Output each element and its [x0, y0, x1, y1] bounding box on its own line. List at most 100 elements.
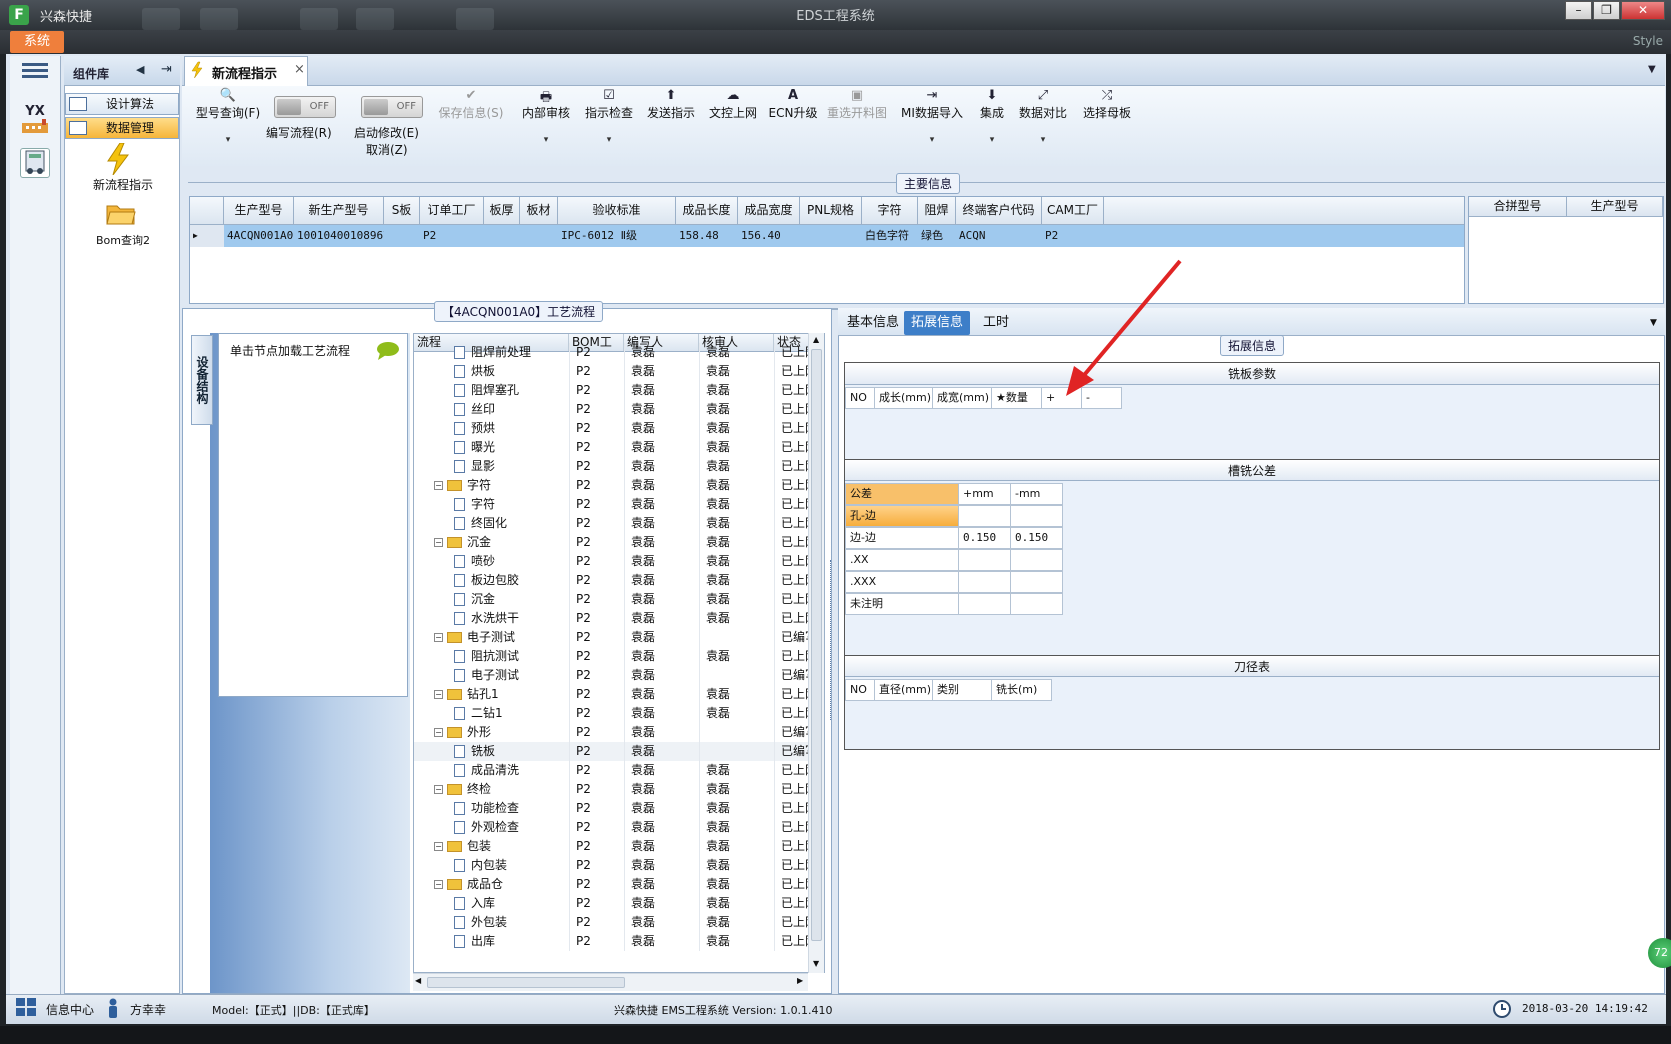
tree-node[interactable]: − 电子测试 — [414, 628, 569, 647]
column-header[interactable]: 阻焊 — [918, 197, 956, 224]
tree-node[interactable]: 电子测试 — [414, 666, 569, 685]
tree-row[interactable]: − 终检 P2 袁磊 袁磊 已上网 — [414, 780, 824, 799]
tree-node[interactable]: 显影 — [414, 457, 569, 476]
tolerance-cell[interactable] — [1011, 505, 1063, 527]
column-header[interactable]: S板 — [384, 197, 420, 224]
tab-close-icon[interactable]: × — [294, 62, 305, 77]
internal-review-button[interactable]: 🖶 内部审核 ▾ — [517, 88, 575, 145]
tab-list-dropdown-icon[interactable]: ▼ — [1648, 64, 1656, 75]
design-algorithm-button[interactable]: 设计算法 — [65, 93, 179, 115]
collapse-node-icon[interactable]: − — [434, 633, 443, 642]
tree-row[interactable]: 预烘 P2 袁磊 袁磊 已上网 — [414, 419, 824, 438]
tolerance-cell[interactable]: 未注明 — [845, 593, 959, 615]
tolerance-cell[interactable]: .XX — [845, 549, 959, 571]
horizontal-scrollbar[interactable]: ◀ ▶ — [413, 973, 808, 991]
tree-node[interactable]: − 终检 — [414, 780, 569, 799]
tree-row[interactable]: 烘板 P2 袁磊 袁磊 已上网 — [414, 362, 824, 381]
tree-row[interactable]: 终固化 P2 袁磊 袁磊 已上网 — [414, 514, 824, 533]
column-header[interactable]: 直径(mm) — [875, 679, 933, 701]
dropdown-arrow-icon[interactable]: ▾ — [517, 135, 575, 145]
tolerance-cell[interactable] — [1011, 593, 1063, 615]
data-management-button[interactable]: 数据管理 — [65, 117, 179, 139]
tree-node[interactable]: 出库 — [414, 932, 569, 951]
start-modify-toggle[interactable]: OFF — [361, 96, 423, 118]
mi-data-import-button[interactable]: ⇥ MI数据导入 ▾ — [897, 88, 967, 145]
save-info-button[interactable]: ✔ 保存信息(S) — [434, 88, 508, 121]
tree-row[interactable]: 沉金 P2 袁磊 袁磊 已上网 — [414, 590, 824, 609]
tree-row[interactable]: − 字符 P2 袁磊 袁磊 已上网 — [414, 476, 824, 495]
dropdown-arrow-icon[interactable]: ▾ — [1016, 135, 1070, 145]
tree-node[interactable]: − 沉金 — [414, 533, 569, 552]
tolerance-cell[interactable]: 孔-边 — [845, 505, 959, 527]
bom-query-item[interactable]: Bom查询2 — [68, 232, 178, 248]
tolerance-cell[interactable] — [959, 593, 1011, 615]
data-compare-button[interactable]: ⤢ 数据对比 ▾ — [1016, 88, 1070, 145]
tree-row[interactable]: 喷砂 P2 袁磊 袁磊 已上网 — [414, 552, 824, 571]
tree-node[interactable]: 内包装 — [414, 856, 569, 875]
collapse-node-icon[interactable]: − — [434, 842, 443, 851]
dropdown-arrow-icon[interactable]: ▾ — [578, 135, 640, 145]
tree-node[interactable]: 阻抗测试 — [414, 647, 569, 666]
tree-node[interactable]: 曝光 — [414, 438, 569, 457]
tree-node[interactable]: 喷砂 — [414, 552, 569, 571]
tree-row[interactable]: − 电子测试 P2 袁磊 已编写 — [414, 628, 824, 647]
column-header[interactable]: 合拼型号 — [1469, 197, 1567, 216]
collapse-left-icon[interactable]: ◀ — [136, 63, 144, 76]
column-header[interactable]: NO — [845, 679, 875, 701]
vertical-scrollbar[interactable]: ▲ ▼ — [808, 333, 824, 973]
scroll-left-icon[interactable]: ◀ — [415, 976, 421, 985]
tree-row[interactable]: − 外形 P2 袁磊 已编写 — [414, 723, 824, 742]
tab-labor-hours[interactable]: 工时 — [976, 311, 1016, 335]
tree-row[interactable]: 出库 P2 袁磊 袁磊 已上网 — [414, 932, 824, 951]
tree-node[interactable]: 二钻1 — [414, 704, 569, 723]
minimize-button[interactable]: – — [1565, 1, 1592, 20]
tree-row[interactable]: 阻抗测试 P2 袁磊 袁磊 已上网 — [414, 647, 824, 666]
tree-node[interactable]: − 成品仓 — [414, 875, 569, 894]
dropdown-arrow-icon[interactable]: ▾ — [190, 135, 266, 145]
collapse-node-icon[interactable]: − — [434, 690, 443, 699]
collapse-node-icon[interactable]: − — [434, 785, 443, 794]
tolerance-cell[interactable] — [1011, 571, 1063, 593]
column-header[interactable]: 铣长(m) — [992, 679, 1052, 701]
tree-node[interactable]: 阻焊前处理 — [414, 343, 569, 362]
scrollbar-thumb[interactable] — [811, 349, 822, 941]
tolerance-cell[interactable] — [959, 549, 1011, 571]
tree-node[interactable]: − 外形 — [414, 723, 569, 742]
column-header[interactable]: 终端客户代码 — [956, 197, 1042, 224]
tolerance-cell[interactable] — [959, 505, 1011, 527]
tree-node[interactable]: − 字符 — [414, 476, 569, 495]
cancel-label[interactable]: 取消(Z) — [366, 141, 408, 158]
tolerance-table[interactable]: 公差 +mm -mm 孔-边 边-边 0.150 0.150 .XX .XXX 未注明 — [845, 483, 1659, 615]
collapse-node-icon[interactable]: − — [434, 728, 443, 737]
calculator-icon[interactable] — [20, 148, 50, 178]
tolerance-cell[interactable]: .XXX — [845, 571, 959, 593]
integrate-button[interactable]: ⬇ 集成 ▾ — [972, 88, 1012, 145]
combined-model-grid[interactable]: 合拼型号 生产型号 — [1468, 196, 1664, 304]
column-header[interactable]: 新生产型号 — [294, 197, 384, 224]
table-row[interactable]: ▶ 4ACQN001A0 10010400108967 P2 IPC-6012 … — [190, 225, 1464, 247]
column-header[interactable]: ★数量 — [992, 387, 1042, 409]
new-process-item[interactable]: 新流程指示 — [68, 176, 178, 193]
column-header[interactable]: 成品宽度 — [738, 197, 800, 224]
tree-row[interactable]: 铣板 P2 袁磊 已编写 — [414, 742, 824, 761]
tree-node[interactable]: 阻焊塞孔 — [414, 381, 569, 400]
doc-control-online-button[interactable]: ☁ 文控上网 — [704, 88, 762, 121]
notification-badge[interactable]: 72 — [1648, 938, 1671, 968]
tree-row[interactable]: 丝印 P2 袁磊 袁磊 已上网 — [414, 400, 824, 419]
tree-row[interactable]: 电子测试 P2 袁磊 已编写 — [414, 666, 824, 685]
pin-icon[interactable]: ⇥ — [161, 62, 172, 77]
tree-row[interactable]: 二钻1 P2 袁磊 袁磊 已上网 — [414, 704, 824, 723]
tree-node[interactable]: 终固化 — [414, 514, 569, 533]
dropdown-arrow-icon[interactable]: ▾ — [972, 135, 1012, 145]
main-info-grid[interactable]: 生产型号 新生产型号 S板 订单工厂 板厚 板材 验收标准 成品长度 成品宽度 … — [189, 196, 1465, 304]
equipment-structure-tab[interactable]: 设备结构 — [191, 335, 213, 425]
tree-row[interactable]: 入库 P2 袁磊 袁磊 已上网 — [414, 894, 824, 913]
column-header[interactable]: CAM工厂 — [1042, 197, 1104, 224]
tab-extended-info[interactable]: 拓展信息 — [904, 311, 971, 335]
tree-row[interactable]: 字符 P2 袁磊 袁磊 已上网 — [414, 495, 824, 514]
tree-row[interactable]: 外包装 P2 袁磊 袁磊 已上网 — [414, 913, 824, 932]
column-header[interactable]: 生产型号 — [224, 197, 294, 224]
column-header[interactable]: NO — [845, 387, 875, 409]
tree-node[interactable]: 功能检查 — [414, 799, 569, 818]
tree-node[interactable]: − 钻孔1 — [414, 685, 569, 704]
